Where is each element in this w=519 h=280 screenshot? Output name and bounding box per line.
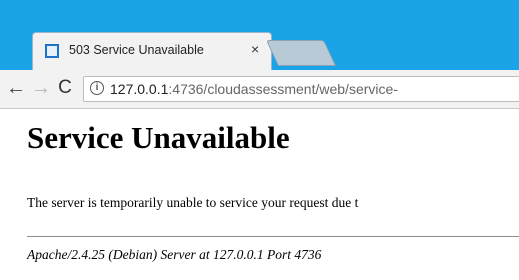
horizontal-rule	[27, 236, 519, 237]
address-bar-url[interactable]: 127.0.0.1:4736/cloudassessment/web/servi…	[110, 81, 398, 97]
page-content: Service Unavailable The server is tempor…	[0, 109, 519, 280]
site-info-icon[interactable]: i	[90, 81, 104, 95]
back-arrow-icon[interactable]: ←	[4, 76, 28, 100]
server-signature: Apache/2.4.25 (Debian) Server at 127.0.0…	[27, 247, 322, 262]
tab-title: 503 Service Unavailable	[69, 43, 204, 57]
page-heading: Service Unavailable	[27, 120, 290, 155]
reload-icon[interactable]: C	[53, 76, 77, 100]
address-bar[interactable]: i 127.0.0.1:4736/cloudassessment/web/ser…	[83, 76, 519, 102]
error-message: The server is temporarily unable to serv…	[27, 195, 359, 210]
forward-arrow-icon[interactable]: →	[29, 76, 53, 100]
browser-titlebar: 503 Service Unavailable ×	[0, 0, 519, 70]
tab-close-icon[interactable]: ×	[251, 41, 259, 57]
browser-tab-active[interactable]: 503 Service Unavailable ×	[32, 32, 272, 70]
url-host: 127.0.0.1	[110, 81, 169, 97]
url-path: :4736/cloudassessment/web/service-	[168, 81, 398, 97]
browser-toolbar: ← → C i 127.0.0.1:4736/cloudassessment/w…	[0, 70, 519, 109]
new-tab-button[interactable]	[265, 40, 337, 66]
page-favicon-icon	[45, 44, 59, 58]
